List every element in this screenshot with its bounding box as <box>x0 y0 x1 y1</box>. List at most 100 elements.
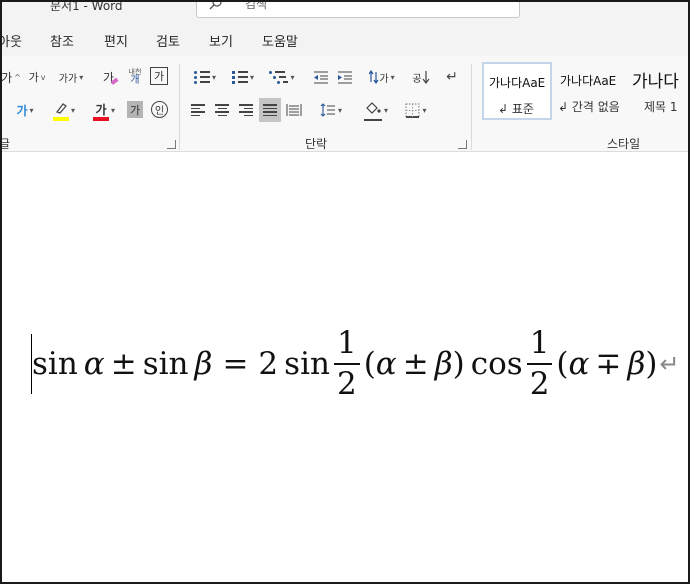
asian-layout-button[interactable]: 공 <box>410 66 432 88</box>
paint-bucket-icon <box>363 101 382 121</box>
multilevel-list-button[interactable]: ▾ <box>265 66 299 88</box>
eq-coefficient: 2 <box>258 346 279 382</box>
style-name: ↲ 간격 없음 <box>558 100 620 114</box>
eq-fraction-1-numerator: 1 <box>336 325 357 361</box>
tab-review[interactable]: 검토 <box>156 31 180 50</box>
eq-beta-2: β <box>434 346 453 382</box>
sort-text-button[interactable]: 가 ▾ <box>366 66 398 88</box>
align-left-button[interactable] <box>188 99 208 121</box>
align-center-icon <box>215 103 229 117</box>
chevron-down-icon: ▾ <box>110 105 115 115</box>
style-no-spacing[interactable]: 가나다AaE ↲ 간격 없음 <box>556 62 626 120</box>
style-sample: 가나다AaE <box>560 74 617 88</box>
font-color-label: 가 <box>95 103 107 117</box>
tab-mailings[interactable]: 편지 <box>104 31 128 50</box>
chevron-down-icon: ▾ <box>383 105 388 115</box>
highlighter-icon <box>52 101 69 121</box>
equation[interactable]: sin α ± sin β = 2 sin 1 2 ( α ± β ) cos … <box>32 324 680 404</box>
eq-cos: cos <box>470 346 523 382</box>
line-spacing-button[interactable]: ▾ <box>315 99 347 121</box>
align-right-button[interactable] <box>236 99 256 121</box>
eq-plus-minus-1: ± <box>110 346 137 382</box>
return-arrow-icon: ↵ <box>446 69 458 85</box>
grow-font-button[interactable]: 가 ^ <box>1 66 22 88</box>
down-arrow-icon <box>422 71 430 84</box>
bullets-button[interactable]: ▾ <box>188 66 222 88</box>
align-right-icon <box>239 103 253 117</box>
eq-lparen-2: ( <box>556 346 569 382</box>
eq-fraction-2: 1 2 <box>526 325 553 400</box>
highlight-color-button[interactable]: ▾ <box>48 99 80 121</box>
chevron-down-icon: ▾ <box>79 72 84 82</box>
eq-lparen-1: ( <box>363 346 376 382</box>
text-effects-button[interactable]: 가 ▾ <box>10 99 40 121</box>
phonetic-bottom: 개 <box>130 74 140 86</box>
chevron-down-icon: ▾ <box>337 105 342 115</box>
align-left-icon <box>191 103 205 117</box>
chevron-down-icon: ▾ <box>422 105 427 115</box>
enclose-characters-button[interactable]: 인 <box>151 101 168 118</box>
eq-fraction-1: 1 2 <box>333 325 360 400</box>
show-hide-marks-button[interactable]: ↵ <box>442 66 462 88</box>
font-dialog-launcher-icon[interactable] <box>167 140 176 149</box>
tab-references[interactable]: 참조 <box>50 31 74 50</box>
change-case-button[interactable]: 가가 ▾ <box>56 66 86 88</box>
eq-rparen-1: ) <box>452 346 465 382</box>
eq-equals: = <box>222 346 249 382</box>
asian-layout-label: 공 <box>412 73 422 85</box>
search-icon <box>209 2 222 10</box>
search-box[interactable]: 검색 <box>196 2 520 18</box>
font-color-button[interactable]: 가 ▾ <box>88 99 120 121</box>
eq-beta-1: β <box>194 346 213 382</box>
chevron-down-icon: ▾ <box>211 72 216 82</box>
shading-button[interactable]: ▾ <box>359 99 393 121</box>
paragraph-mark-icon: ↵ <box>659 350 680 378</box>
document-title: 문서1 - Word <box>50 0 123 13</box>
clear-formatting-button[interactable]: 가 <box>100 66 122 88</box>
style-heading-1[interactable]: 가나다 제목 1 <box>628 62 688 120</box>
eq-fraction-2-numerator: 1 <box>529 325 550 361</box>
eq-minus-plus: ∓ <box>595 346 622 382</box>
style-sample: 가나다AaE <box>489 76 546 90</box>
decrease-indent-button[interactable] <box>311 66 331 88</box>
font-group-label: 글 <box>0 137 11 151</box>
line-spacing-icon <box>320 103 335 117</box>
eq-alpha-3: α <box>568 346 590 382</box>
character-shading-button[interactable]: 가 <box>127 101 143 118</box>
distributed-button[interactable] <box>284 99 304 121</box>
numbering-icon <box>231 70 248 84</box>
tab-view[interactable]: 보기 <box>209 31 233 50</box>
borders-button[interactable]: ▾ <box>399 99 433 121</box>
eq-sin-1: sin <box>32 346 78 382</box>
distributed-icon <box>286 104 302 116</box>
justify-button[interactable] <box>259 98 281 122</box>
paragraph-dialog-launcher-icon[interactable] <box>458 140 467 149</box>
chevron-down-icon: ▾ <box>249 72 254 82</box>
shrink-font-button[interactable]: 가v <box>26 66 48 88</box>
bullets-icon <box>193 70 210 84</box>
document-canvas[interactable]: sin α ± sin β = 2 sin 1 2 ( α ± β ) cos … <box>2 153 688 582</box>
eq-alpha-2: α <box>375 346 397 382</box>
increase-indent-button[interactable] <box>335 66 355 88</box>
character-border-button[interactable]: 가 <box>150 67 168 85</box>
title-bar: 문서1 - Word 검색 <box>2 2 688 20</box>
eraser-icon <box>111 77 119 85</box>
increase-indent-icon <box>338 71 352 84</box>
style-normal[interactable]: 가나다AaE ↲ 표준 <box>482 62 552 120</box>
numbering-button[interactable]: ▾ <box>226 66 260 88</box>
font-color-swatch: 가 <box>92 101 109 121</box>
eq-sin-3: sin <box>284 346 330 382</box>
tab-layout[interactable]: 아웃 <box>2 31 22 50</box>
chevron-down-icon: ▾ <box>290 72 295 82</box>
phonetic-guide-button[interactable]: 내천 개 <box>124 64 146 90</box>
shrink-font-label: 가 <box>28 71 39 84</box>
grow-font-label: 가 <box>1 70 13 85</box>
chevron-down-icon: ▾ <box>29 105 34 115</box>
eq-alpha-1: α <box>83 346 105 382</box>
eq-fraction-2-denominator: 2 <box>526 363 553 400</box>
multilevel-list-icon <box>269 70 289 84</box>
sort-arrows-icon <box>369 70 379 84</box>
align-center-button[interactable] <box>212 99 232 121</box>
tab-help[interactable]: 도움말 <box>262 31 298 50</box>
borders-icon <box>405 103 420 118</box>
